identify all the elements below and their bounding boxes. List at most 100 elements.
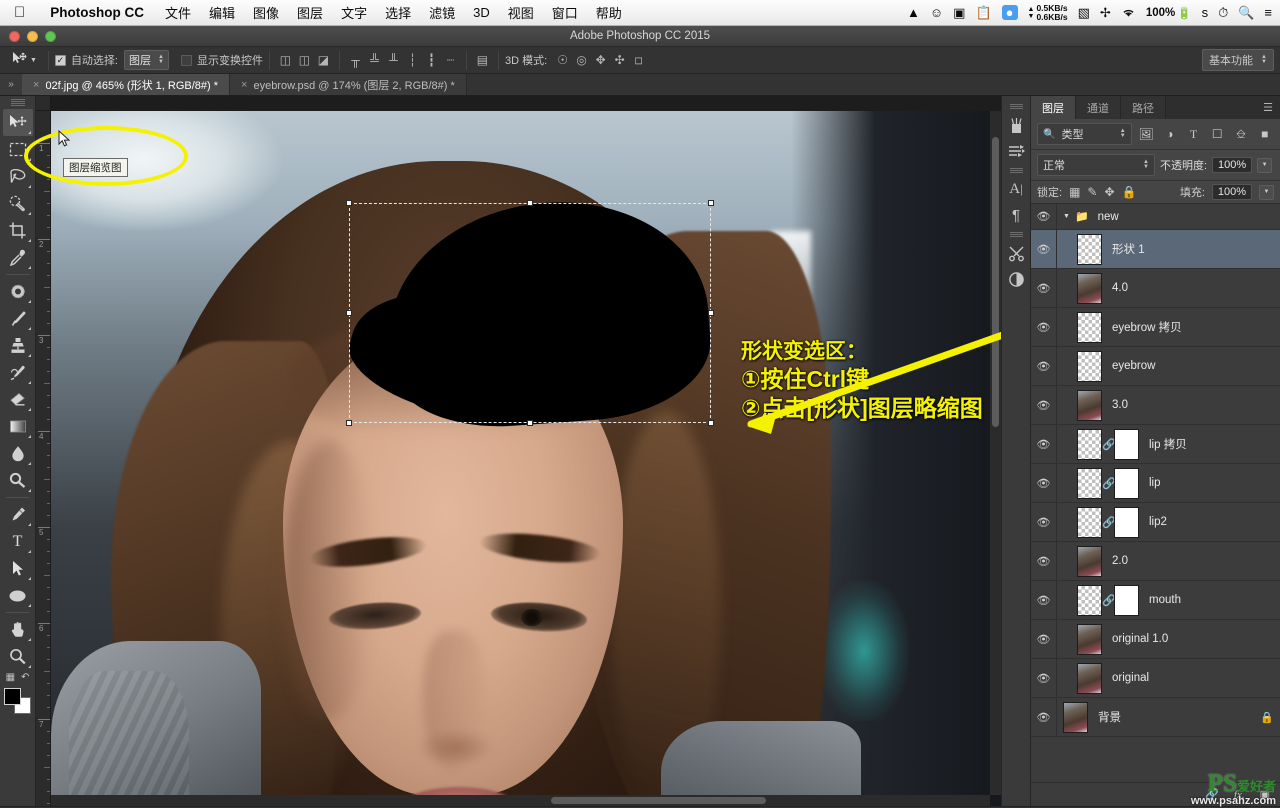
styles-icon[interactable]	[1004, 266, 1029, 292]
link-mask-icon[interactable]: 🔗	[1102, 516, 1116, 529]
visibility-cell[interactable]: 👁	[1031, 204, 1057, 229]
ruler-corner[interactable]	[36, 96, 51, 111]
canvas-vertical-scrollbar[interactable]	[990, 111, 1001, 795]
eraser-tool[interactable]	[3, 386, 33, 413]
type-filter-icon[interactable]: T	[1184, 125, 1203, 143]
close-icon[interactable]: ×	[33, 79, 39, 91]
menu-item-filter[interactable]: 滤镜	[420, 3, 464, 22]
visibility-cell[interactable]: 👁	[1031, 386, 1057, 424]
eye-icon[interactable]: 👁	[1031, 594, 1057, 607]
visibility-cell[interactable]: 👁	[1031, 308, 1057, 346]
color-swatches[interactable]	[3, 688, 32, 714]
3d-slide-icon[interactable]: ✣	[611, 52, 628, 69]
control-center-icon[interactable]: ≡	[1264, 6, 1272, 19]
eye-icon[interactable]: 👁	[1031, 633, 1057, 646]
adjustments-icon[interactable]	[1004, 240, 1029, 266]
opacity-chevron-down-icon[interactable]: ▼	[1257, 157, 1273, 173]
blur-tool[interactable]	[3, 440, 33, 467]
clock-icon[interactable]: ⏱	[1218, 6, 1228, 19]
layer-thumbnail[interactable]	[1077, 545, 1102, 577]
visibility-cell[interactable]: 👁	[1031, 347, 1057, 385]
layer-thumbnail[interactable]	[1077, 233, 1102, 265]
shape-filter-icon[interactable]: ☐	[1208, 125, 1227, 143]
layer-thumbnail[interactable]	[1077, 272, 1102, 304]
menu-item-window[interactable]: 窗口	[543, 3, 587, 22]
brush-presets-icon[interactable]	[1004, 112, 1029, 138]
eyedropper-tool[interactable]	[3, 244, 33, 271]
document-tab-eyebrow[interactable]: × eyebrow.psd @ 174% (图层 2, RGB/8#) *	[230, 74, 467, 95]
lock-image-icon[interactable]: ✎	[1087, 185, 1097, 199]
eye-icon[interactable]: 👁	[1031, 711, 1057, 724]
menu-item-3d[interactable]: 3D	[464, 5, 499, 20]
link-mask-icon[interactable]: 🔗	[1102, 477, 1116, 490]
bell-icon[interactable]: ▲	[907, 6, 920, 19]
layer-mask-thumbnail[interactable]	[1114, 467, 1139, 499]
network-speed-indicator[interactable]: ▲ ▼ 0.5KB/s 0.6KB/s	[1028, 3, 1068, 22]
tunnel-icon[interactable]: ▧	[1078, 6, 1090, 19]
toolbox-grip[interactable]	[10, 99, 25, 106]
dock-grip-3[interactable]	[1009, 232, 1023, 238]
blend-mode-dropdown[interactable]: 正常 ▲ ▼	[1037, 154, 1155, 176]
filter-toggle-icon[interactable]: ■	[1255, 125, 1274, 143]
double-chevron-icon[interactable]: »	[0, 74, 22, 95]
lasso-tool[interactable]	[3, 163, 33, 190]
quick-selection-tool[interactable]	[3, 190, 33, 217]
3d-pan-icon[interactable]: ✥	[592, 52, 609, 69]
visibility-cell[interactable]: 👁	[1031, 230, 1057, 268]
input-method-icon[interactable]: ●	[1001, 5, 1018, 20]
vertical-ruler[interactable]: 1 2 3 4 5 6 7	[36, 111, 51, 806]
3d-scale-icon[interactable]: ◽	[630, 52, 647, 69]
image-canvas[interactable]: 形状变选区： ①按住Ctrl键 ②点击[形状]图层略缩图	[51, 111, 1001, 806]
align-top-edges-icon[interactable]: ╥	[347, 52, 364, 69]
zoom-tool[interactable]	[3, 643, 33, 670]
adjustment-filter-icon[interactable]: ◑	[1160, 125, 1179, 143]
visibility-cell[interactable]: 👁	[1031, 425, 1057, 463]
battery-indicator[interactable]: 100% 🔋	[1146, 6, 1192, 20]
panel-menu-icon[interactable]: ☰	[1256, 96, 1280, 119]
layer-thumbnail[interactable]	[1077, 389, 1102, 421]
fill-value[interactable]: 100%	[1212, 184, 1252, 200]
pen-tool[interactable]	[3, 501, 33, 528]
active-app-name[interactable]: Photoshop CC	[38, 5, 156, 20]
eye-icon[interactable]: 👁	[1031, 243, 1057, 256]
eye-icon[interactable]: 👁	[1031, 477, 1057, 490]
eye-icon[interactable]: 👁	[1031, 438, 1057, 451]
document-image[interactable]	[51, 111, 1001, 806]
dock-grip-2[interactable]	[1009, 168, 1023, 174]
layer-thumbnail[interactable]	[1077, 311, 1102, 343]
layer-thumbnail[interactable]	[1077, 584, 1102, 616]
apple-icon[interactable]: 	[0, 5, 38, 20]
menu-item-image[interactable]: 图像	[244, 3, 288, 22]
distribute-right-icon[interactable]: ┈	[442, 52, 459, 69]
layer-row-eyebrow-copy[interactable]: 👁 eyebrow 拷贝	[1031, 308, 1280, 347]
dock-grip[interactable]	[1009, 104, 1023, 110]
visibility-cell[interactable]: 👁	[1031, 503, 1057, 541]
tab-channels[interactable]: 通道	[1076, 96, 1121, 119]
dodge-tool[interactable]	[3, 467, 33, 494]
layer-row-4-0[interactable]: 👁 4.0	[1031, 269, 1280, 308]
visibility-cell[interactable]: 👁	[1031, 542, 1057, 580]
menu-item-type[interactable]: 文字	[332, 3, 376, 22]
layer-thumbnail[interactable]	[1077, 428, 1102, 460]
show-transform-checkbox[interactable]: ✓	[180, 54, 192, 66]
workspace-switcher[interactable]: 基本功能 ▲ ▼	[1202, 49, 1274, 71]
layer-row-background[interactable]: 👁 背景 🔒	[1031, 698, 1280, 737]
layer-thumbnail[interactable]	[1077, 350, 1102, 382]
group-folder[interactable]: ▼ 📁 new	[1063, 210, 1119, 224]
menu-item-select[interactable]: 选择	[376, 3, 420, 22]
layer-row-original-1-0[interactable]: 👁 original 1.0	[1031, 620, 1280, 659]
canvas-horizontal-scroll-thumb[interactable]	[551, 797, 766, 804]
layer-row-original[interactable]: 👁 original	[1031, 659, 1280, 698]
healing-brush-tool[interactable]	[3, 278, 33, 305]
swap-colors-icon[interactable]: ↶	[21, 672, 29, 683]
screen-record-icon[interactable]: ▣	[953, 6, 965, 19]
airdrop-icon[interactable]: ✢	[1100, 6, 1111, 19]
eye-icon[interactable]: 👁	[1031, 399, 1057, 412]
layer-row-new[interactable]: 👁 ▼ 📁 new	[1031, 204, 1280, 230]
smartobject-filter-icon[interactable]: ⎒	[1232, 125, 1251, 143]
layer-row-mouth[interactable]: 👁 🔗 mouth	[1031, 581, 1280, 620]
distribute-spacing-icon[interactable]: ▤	[474, 52, 491, 69]
auto-select-scope-dropdown[interactable]: 图层 ▲ ▼	[124, 50, 169, 70]
eye-icon[interactable]: 👁	[1031, 360, 1057, 373]
gradient-tool[interactable]	[3, 413, 33, 440]
